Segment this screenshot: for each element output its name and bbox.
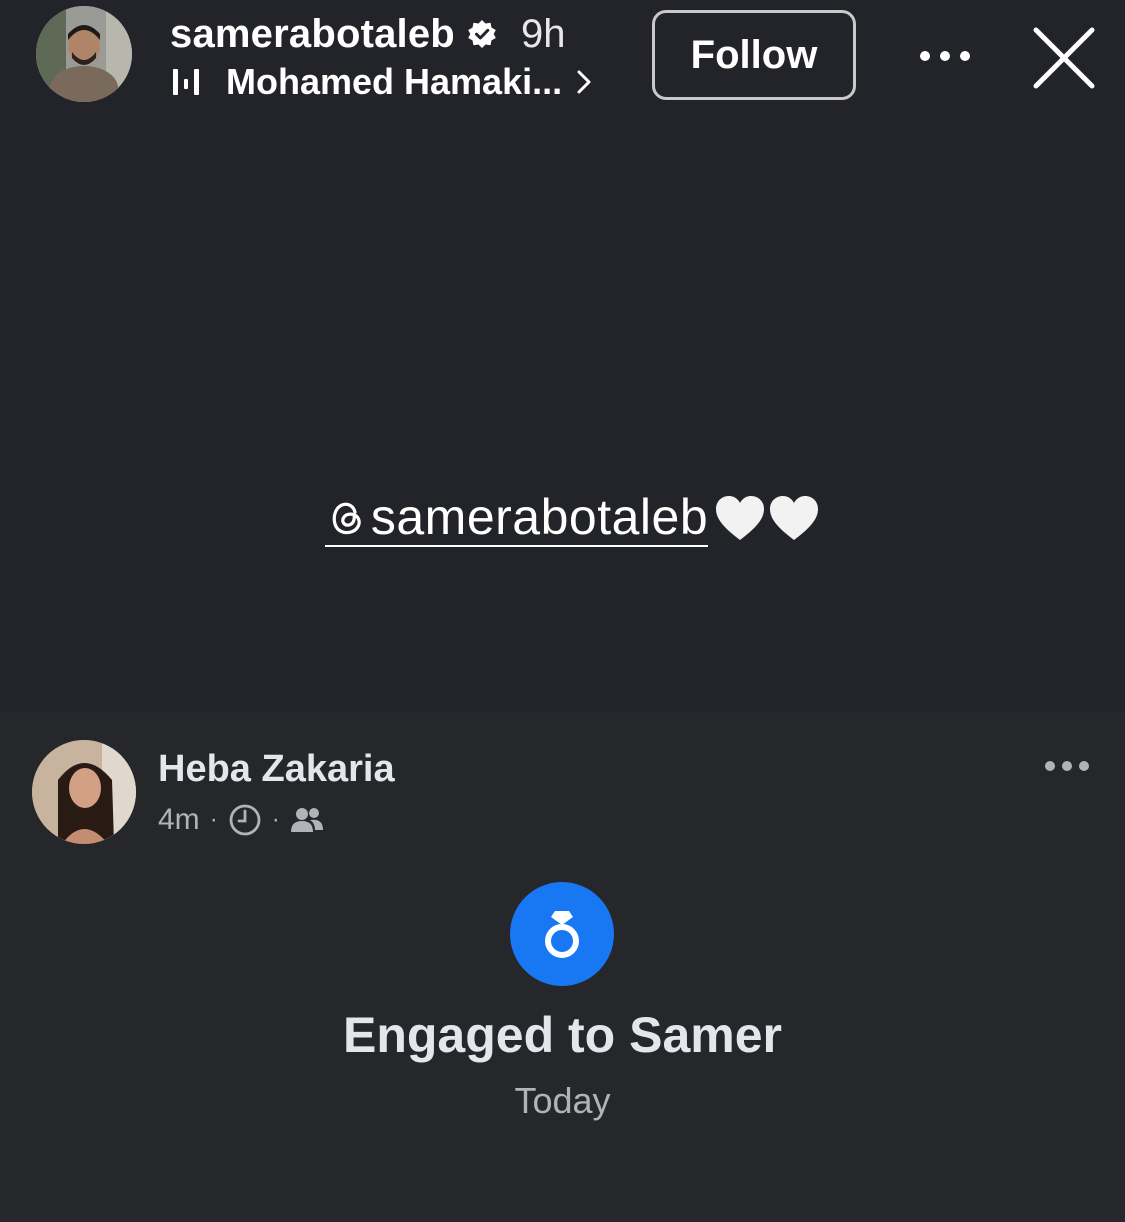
post-more-icon[interactable] [1044,758,1090,774]
separator-dot: · [209,806,218,833]
post-meta: 4m · · [158,800,324,840]
chevron-right-icon [577,70,591,94]
username-row: samerabotaleb 9h [170,10,565,58]
separator-dot: · [271,806,280,833]
follow-button[interactable]: Follow [652,10,856,100]
mention-link[interactable]: samerabotaleb [324,489,709,547]
threads-icon [332,502,361,535]
more-horizontal-icon[interactable] [918,46,972,66]
story-username[interactable]: samerabotaleb [170,12,455,57]
shared-post-card: Heba Zakaria 4m · · Engaged to Samer Tod… [0,712,1125,1222]
life-event-date: Today [514,1080,611,1121]
friends-icon [290,808,323,832]
post-author-name[interactable]: Heba Zakaria [158,748,395,791]
story-avatar[interactable] [36,6,132,102]
close-icon[interactable] [1032,26,1096,90]
music-attribution[interactable]: Mohamed Hamaki... [172,60,592,104]
music-bars-icon [173,69,199,95]
story-mention-row: samerabotaleb [0,478,1125,558]
ring-icon [545,911,579,958]
music-title: Mohamed Hamaki... [226,61,563,102]
white-heart-icon [770,496,819,540]
mention-username: samerabotaleb [370,489,709,545]
clock-icon [229,804,261,836]
post-time: 4m [158,803,200,836]
story-header: samerabotaleb 9h Mohamed Hamaki... Follo… [0,0,1125,120]
white-heart-icon [716,496,765,540]
post-author-avatar[interactable] [32,740,136,844]
story-time: 9h [520,11,566,56]
verified-badge-icon [468,20,496,48]
life-event-title: Engaged to Samer [343,1007,782,1063]
life-event-badge [510,882,614,986]
